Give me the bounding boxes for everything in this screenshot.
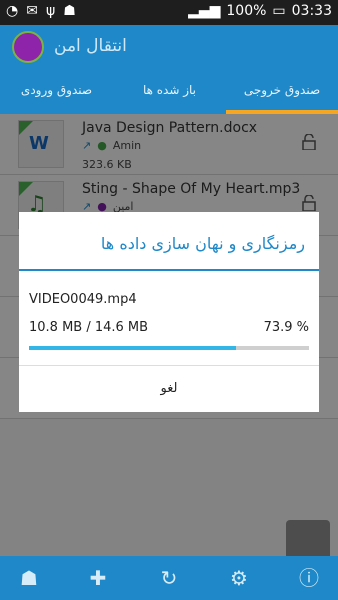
settings-icon[interactable]: ⚙ <box>226 565 252 591</box>
dialog-title: رمزنگاری و نهان سازی داده ها <box>100 234 305 253</box>
dialog-title-divider <box>19 269 319 271</box>
app-logo-icon <box>12 31 44 63</box>
dialog-percent: 73.9 % <box>263 320 309 335</box>
notification-icons: ◔ ✉ ψ ☗ <box>6 3 76 19</box>
bottom-bar: ☗ ✚ ↻ ⚙ ⓘ <box>0 556 338 600</box>
progress-bar-fill <box>29 346 236 350</box>
usb-icon: ψ <box>45 3 56 19</box>
tab-outbox[interactable]: صندوق خروجی <box>226 70 338 114</box>
battery-text: 100% <box>226 3 267 19</box>
app-title: انتقال امن <box>54 36 127 56</box>
add-file-icon[interactable]: ✚ <box>85 565 111 591</box>
battery-icon: ▭ <box>272 3 286 19</box>
system-icons: ▂▄▆ 100% ▭ 03:33 <box>188 3 332 19</box>
info-icon[interactable]: ⓘ <box>296 565 322 591</box>
tab-bar: صندوق ورودی باز شده ها صندوق خروجی <box>0 70 338 114</box>
signal-icon: ▂▄▆ <box>188 3 221 19</box>
tab-inbox[interactable]: صندوق ورودی <box>0 70 113 114</box>
app-bar: انتقال امن <box>0 25 338 70</box>
progress-dialog: رمزنگاری و نهان سازی داده ها VIDEO0049.m… <box>19 212 319 412</box>
attachment-icon: ✉ <box>26 3 38 19</box>
android-icon[interactable]: ☗ <box>16 565 42 591</box>
whatsapp-notification-icon: ◔ <box>6 3 19 19</box>
refresh-icon[interactable]: ↻ <box>156 565 182 591</box>
dialog-filename: VIDEO0049.mp4 <box>29 292 137 307</box>
tab-opened[interactable]: باز شده ها <box>113 70 226 114</box>
progress-bar <box>29 346 309 350</box>
dialog-size-progress: 10.8 MB / 14.6 MB <box>29 320 149 335</box>
clock: 03:33 <box>291 3 332 19</box>
status-bar: ◔ ✉ ψ ☗ ▂▄▆ 100% ▭ 03:33 <box>0 0 338 25</box>
cancel-button[interactable]: لغو <box>19 366 319 412</box>
android-icon: ☗ <box>63 3 76 19</box>
